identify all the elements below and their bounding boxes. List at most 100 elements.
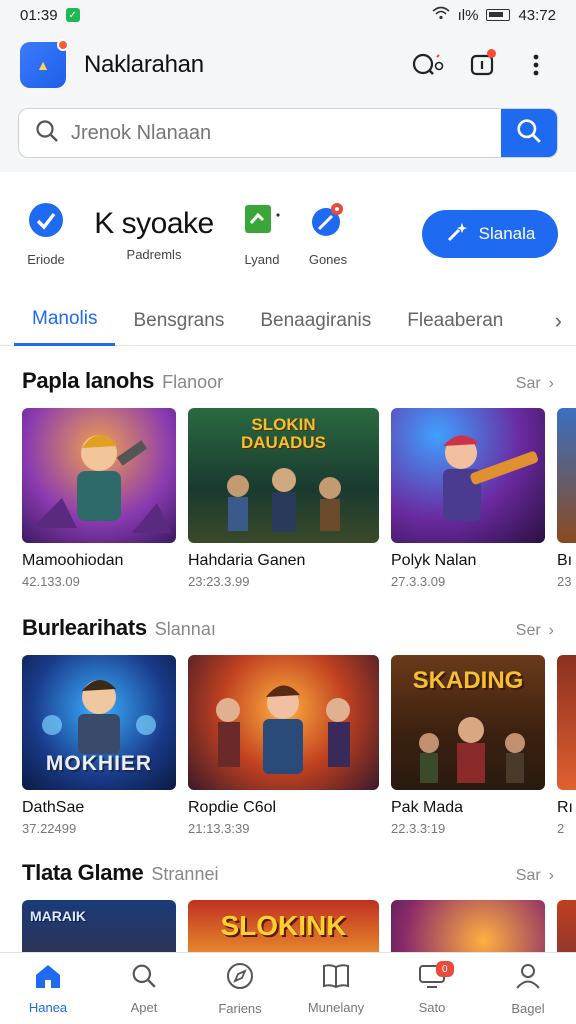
- nav-apet[interactable]: Apet: [96, 953, 192, 1024]
- book-icon: [322, 963, 350, 994]
- chevron-right-icon[interactable]: ›: [555, 308, 562, 334]
- tab-manolis[interactable]: Manolis: [14, 296, 116, 346]
- nav-bagel[interactable]: Bagel: [480, 953, 576, 1024]
- more-menu-icon[interactable]: [516, 45, 556, 85]
- game-thumbnail-title: MARAIK: [30, 908, 86, 924]
- search-icon: [516, 118, 542, 149]
- game-card[interactable]: Polyk Nalan 27.3.3.09: [391, 408, 545, 589]
- game-card[interactable]: SKADING Pak Mada 22.3.3:19: [391, 655, 545, 836]
- nav-label: Munelany: [307, 999, 365, 1015]
- game-title: Bı: [557, 552, 573, 569]
- nav-munelany[interactable]: Munelany: [288, 953, 384, 1024]
- game-meta: 21:13.3:39: [188, 821, 250, 836]
- status-time: 01:39: [20, 6, 58, 24]
- nav-badge: 0: [435, 961, 454, 977]
- green-flag-icon: [242, 201, 282, 244]
- compass-icon: [226, 962, 254, 995]
- game-title: Mamoohiodan: [22, 552, 124, 569]
- quick-action-eriode[interactable]: Eriode: [18, 201, 74, 267]
- game-thumbnail: SLOKIN DAUADUS: [188, 408, 379, 543]
- search-input[interactable]: [71, 121, 451, 145]
- bottom-navigation: Hanea Apet Fariens Munelany 0 Sato Bagel: [0, 952, 576, 1024]
- see-more-link[interactable]: Ser ›: [516, 622, 554, 640]
- battery-icon: [486, 9, 511, 21]
- status-clock: 43:72: [518, 6, 556, 24]
- nav-sato[interactable]: 0 Sato: [384, 953, 480, 1024]
- game-title: Hahdaria Ganen: [188, 552, 306, 569]
- search-area: [0, 100, 576, 172]
- game-card[interactable]: Rı 2: [557, 655, 576, 836]
- category-tabs: Manolis Bensgrans Benaagiranis Fleaabera…: [0, 296, 576, 346]
- card-row: Mamoohiodan 42.133.09 SLOKIN DAUADUS Hah…: [0, 398, 576, 589]
- rocket-badge-icon: [308, 201, 348, 244]
- section-header: Tlata Glame Strannei Sar ›: [0, 860, 576, 890]
- app-title: Naklarahan: [84, 51, 204, 78]
- home-icon: [34, 963, 62, 994]
- primary-button-label: Slanala: [478, 224, 536, 243]
- see-more-link[interactable]: Sar ›: [516, 867, 554, 885]
- quick-action-gones[interactable]: Gones: [300, 201, 356, 267]
- game-thumbnail-title: SLOKINK: [220, 910, 347, 941]
- game-thumbnail: [22, 408, 176, 543]
- battery-percent: ıl%: [457, 6, 479, 24]
- quick-action-label: Eriode: [27, 252, 65, 267]
- search-button[interactable]: [501, 109, 557, 157]
- section-subtitle: Flanoor: [162, 372, 224, 392]
- tab-benaagiranis[interactable]: Benaagiranis: [242, 296, 389, 346]
- primary-action-button[interactable]: Slanala: [422, 210, 558, 258]
- notifications-icon[interactable]: [462, 45, 502, 85]
- section-header: Burlearihats Slannaı Ser ›: [0, 615, 576, 645]
- game-meta: 23: [557, 574, 572, 589]
- game-thumbnail-title: SKADING: [412, 667, 524, 694]
- see-more-link[interactable]: Sar ›: [516, 375, 554, 393]
- game-card[interactable]: Ropdie C6ol 21:13.3:39: [188, 655, 379, 836]
- game-card[interactable]: SLOKIN DAUADUS Hahdaria Ganen 23:23.3.99: [188, 408, 379, 589]
- section-header: Papla lanohs Flanoor Sar ›: [0, 368, 576, 398]
- quick-action-label: Gones: [308, 252, 348, 267]
- game-title: Ropdie C6ol: [188, 799, 277, 816]
- nav-label: Fariens: [218, 1000, 262, 1016]
- game-meta: 37.22499: [22, 821, 77, 836]
- game-meta: 22.3.3:19: [391, 821, 446, 836]
- quick-actions: Eriode K syoake Padremls Lyand Gones Sla…: [0, 172, 576, 296]
- quick-action-label: Lyand: [244, 252, 280, 267]
- quick-action-padremls[interactable]: K syoake Padremls: [84, 207, 224, 262]
- game-meta: 27.3.3.09: [391, 574, 446, 589]
- section-1: Papla lanohs Flanoor Sar › Mamoohiodan 42…: [0, 346, 576, 589]
- game-meta: 42.133.09: [22, 574, 80, 589]
- nav-label: Apet: [130, 999, 158, 1015]
- tab-bensgrans[interactable]: Bensgrans: [115, 296, 242, 346]
- profile-icon: [514, 962, 542, 995]
- game-title: Polyk Nalan: [391, 552, 477, 569]
- game-thumbnail: MOKHIER: [22, 655, 176, 790]
- quick-action-label: Padremls: [126, 246, 182, 262]
- search-field[interactable]: [19, 109, 501, 157]
- see-more-label: Sar: [515, 867, 541, 884]
- app-logo[interactable]: ▲: [20, 39, 69, 88]
- game-title: DathSae: [22, 799, 85, 816]
- section-title: Tlata Glame: [22, 860, 144, 885]
- game-card[interactable]: Mamoohiodan 42.133.09: [22, 408, 176, 589]
- game-thumbnail: [557, 408, 576, 543]
- game-thumbnail: [557, 655, 576, 790]
- quick-action-lyand[interactable]: Lyand: [234, 201, 290, 267]
- game-thumbnail: [188, 655, 379, 790]
- quick-action-big-text: K syoake: [94, 206, 214, 240]
- section-subtitle: Slannaı: [154, 619, 216, 639]
- nav-fariens[interactable]: Fariens: [192, 953, 288, 1024]
- see-more-label: Ser: [515, 622, 541, 639]
- section-title: Burlearihats: [22, 615, 147, 640]
- game-card[interactable]: MOKHIER DathSae 37.22499: [22, 655, 176, 836]
- game-thumbnail-title: SLOKIN DAUADUS: [241, 415, 326, 452]
- chevron-right-icon: ›: [548, 622, 554, 639]
- game-meta: 2: [557, 821, 565, 836]
- tab-fleaaberan[interactable]: Fleaaberan: [389, 296, 521, 346]
- search-bar: [18, 108, 558, 158]
- section-title: Papla lanohs: [22, 368, 155, 393]
- app-header: ▲ Naklarahan: [0, 30, 576, 100]
- chevron-right-icon: ›: [548, 375, 554, 392]
- card-row: MOKHIER DathSae 37.22499 Ropdie C6ol 21:…: [0, 645, 576, 836]
- chat-search-icon[interactable]: [408, 45, 448, 85]
- game-card[interactable]: Bı 23: [557, 408, 576, 589]
- nav-home[interactable]: Hanea: [0, 953, 96, 1024]
